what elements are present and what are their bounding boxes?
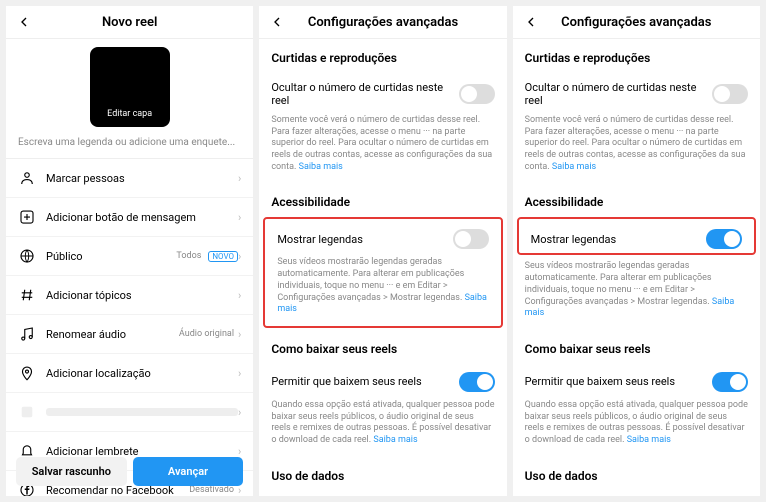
screen-new-reel: Novo reel Editar capa Escreva uma legend… [6, 6, 253, 496]
row-hide-likes[interactable]: Ocultar o número de curtidas neste reel [259, 71, 506, 111]
section-likes: Curtidas e reproduções [513, 39, 760, 71]
learn-more-link[interactable]: Saiba mais [299, 162, 343, 172]
save-draft-button[interactable]: Salvar rascunho [16, 457, 127, 486]
desc-captions: Seus vídeos mostrarão legendas geradas a… [513, 257, 760, 329]
cover-thumbnail[interactable]: Editar capa [90, 47, 170, 127]
toggle-allow-download[interactable] [712, 372, 748, 392]
chevron-right-icon: › [238, 328, 241, 341]
back-icon[interactable] [269, 14, 285, 30]
row-blurred: › [6, 393, 253, 432]
toggle-hide-likes[interactable] [712, 84, 748, 104]
toggle-allow-download[interactable] [459, 372, 495, 392]
new-badge: NOVO [208, 251, 238, 262]
caption-input[interactable]: Escreva uma legenda ou adicione uma enqu… [6, 127, 253, 159]
desc-download: Quando essa opção está ativada, qualquer… [259, 396, 506, 457]
screen-advanced-on: Configurações avançadas Curtidas e repro… [513, 6, 760, 496]
back-icon[interactable] [523, 14, 539, 30]
row-message-button[interactable]: Adicionar botão de mensagem› [6, 198, 253, 237]
chevron-right-icon: › [238, 250, 241, 263]
section-data: Uso de dados [513, 457, 760, 489]
section-download: Como baixar seus reels [513, 330, 760, 362]
row-location[interactable]: Adicionar localização› [6, 354, 253, 393]
section-likes: Curtidas e reproduções [259, 39, 506, 71]
pin-icon [18, 364, 36, 382]
highlight-captions: Mostrar legendas Seus vídeos mostrarão l… [263, 217, 502, 327]
row-captions[interactable]: Mostrar legendas [519, 219, 754, 253]
row-high-quality[interactable]: Carregar em alta qualidade [259, 489, 506, 496]
screen-advanced-off: Configurações avançadas Curtidas e repro… [259, 6, 506, 496]
header: Configurações avançadas [513, 6, 760, 39]
learn-more-link[interactable]: Saiba mais [627, 435, 671, 445]
chevron-right-icon: › [238, 406, 241, 419]
next-button[interactable]: Avançar [133, 457, 244, 486]
desc-captions: Seus vídeos mostrarão legendas geradas a… [265, 253, 500, 325]
chevron-right-icon: › [238, 211, 241, 224]
row-audience[interactable]: PúblicoTodosNOVO› [6, 237, 253, 276]
toggle-hide-likes[interactable] [459, 84, 495, 104]
chevron-right-icon: › [238, 289, 241, 302]
globe-icon [18, 247, 36, 265]
row-high-quality[interactable]: Carregar em alta qualidade [513, 489, 760, 496]
page-title: Configurações avançadas [285, 15, 480, 30]
footer-buttons: Salvar rascunho Avançar [6, 451, 253, 492]
row-rename-audio[interactable]: Renomear áudioÁudio original› [6, 315, 253, 354]
chevron-right-icon: › [238, 172, 241, 185]
header: Configurações avançadas [259, 6, 506, 39]
music-icon [18, 325, 36, 343]
blank-icon [18, 403, 36, 421]
person-icon [18, 169, 36, 187]
toggle-captions-off[interactable] [453, 229, 489, 249]
section-accessibility: Acessibilidade [259, 183, 506, 215]
row-allow-download[interactable]: Permitir que baixem seus reels [513, 362, 760, 396]
learn-more-link[interactable]: Saiba mais [373, 435, 417, 445]
section-download: Como baixar seus reels [259, 330, 506, 362]
chevron-right-icon: › [238, 367, 241, 380]
section-data: Uso de dados [259, 457, 506, 489]
toggle-captions-on[interactable] [706, 229, 742, 249]
row-topics[interactable]: Adicionar tópicos› [6, 276, 253, 315]
back-icon[interactable] [16, 14, 32, 30]
learn-more-link[interactable]: Saiba mais [552, 162, 596, 172]
edit-cover-button[interactable]: Editar capa [99, 105, 160, 123]
page-title: Configurações avançadas [539, 15, 734, 30]
desc-hide-likes: Somente você verá o número de curtidas d… [513, 111, 760, 183]
desc-download: Quando essa opção está ativada, qualquer… [513, 396, 760, 457]
row-hide-likes[interactable]: Ocultar o número de curtidas neste reel [513, 71, 760, 111]
desc-hide-likes: Somente você verá o número de curtidas d… [259, 111, 506, 183]
row-tag-people[interactable]: Marcar pessoas› [6, 159, 253, 198]
plus-icon [18, 208, 36, 226]
row-captions[interactable]: Mostrar legendas [265, 219, 500, 253]
hash-icon [18, 286, 36, 304]
header: Novo reel [6, 6, 253, 39]
page-title: Novo reel [32, 15, 227, 30]
row-allow-download[interactable]: Permitir que baixem seus reels [259, 362, 506, 396]
highlight-captions-on: Mostrar legendas [517, 217, 756, 255]
section-accessibility: Acessibilidade [513, 183, 760, 215]
